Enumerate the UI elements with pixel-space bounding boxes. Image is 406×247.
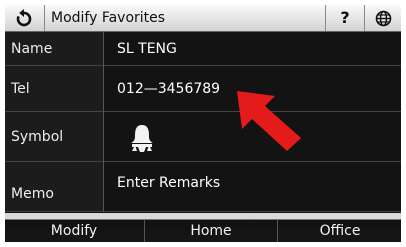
name-row[interactable]: Name SL TENG (5, 32, 401, 66)
page-title: Modify Favorites (44, 5, 165, 31)
back-button[interactable] (5, 5, 43, 31)
globe-icon (375, 10, 392, 27)
symbol-label: Symbol (5, 112, 103, 162)
person-bell-icon (131, 125, 153, 152)
help-button[interactable]: ? (325, 5, 364, 31)
memo-label: Memo (5, 162, 103, 212)
title-bar: Modify Favorites ? (5, 5, 401, 32)
modify-favorites-screen: Modify Favorites ? Name SL TENG Tel 012—… (5, 5, 401, 242)
name-label: Name (5, 32, 103, 66)
refresh-back-icon (16, 9, 32, 27)
memo-row[interactable]: Memo Enter Remarks (5, 162, 401, 212)
tel-label: Tel (5, 66, 103, 112)
office-button[interactable]: Office (277, 220, 401, 242)
home-button[interactable]: Home (144, 220, 277, 242)
modify-button[interactable]: Modify (5, 220, 143, 242)
memo-field[interactable]: Enter Remarks (104, 162, 401, 212)
bottom-button-bar: Modify Home Office (5, 213, 401, 242)
column-divider (103, 32, 104, 212)
pointer-arrow-icon (237, 91, 301, 151)
tel-row[interactable]: Tel 012—3456789 (5, 66, 401, 112)
symbol-row[interactable]: Symbol (5, 112, 401, 162)
name-field[interactable]: SL TENG (104, 32, 401, 66)
language-button[interactable] (364, 5, 401, 31)
